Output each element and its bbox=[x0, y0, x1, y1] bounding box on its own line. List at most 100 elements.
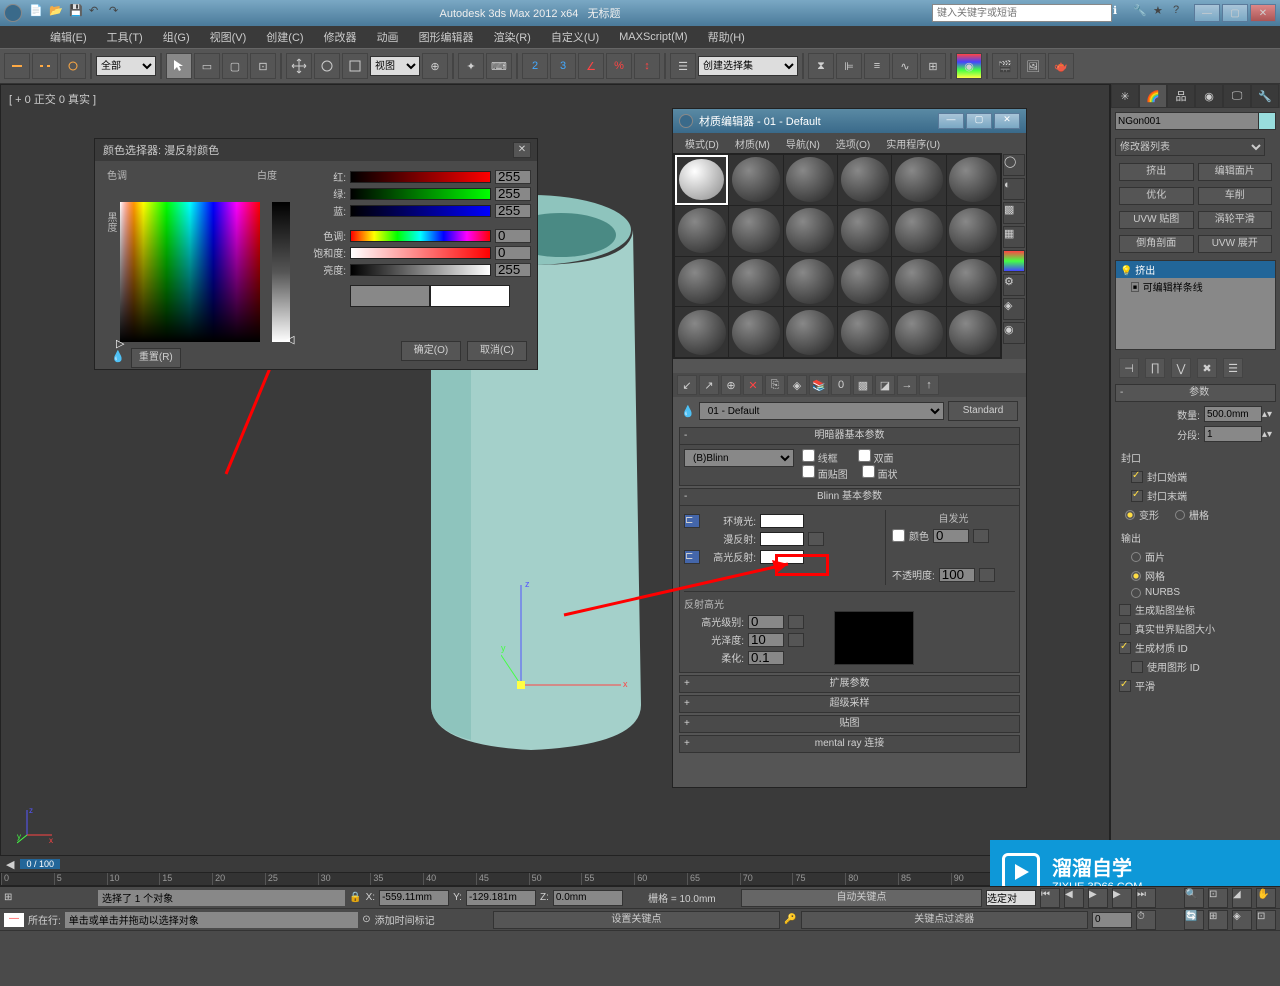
tab-hierarchy[interactable]: 品 bbox=[1167, 84, 1195, 108]
green-value[interactable] bbox=[495, 187, 531, 201]
snap-angle-icon[interactable]: ∠ bbox=[578, 53, 604, 79]
btn-bevelprof[interactable]: 倒角剖面 bbox=[1119, 235, 1194, 253]
eyedropper-icon[interactable]: 💧 bbox=[111, 351, 125, 363]
rollout-mentalray[interactable]: mental ray 连接 bbox=[679, 735, 1020, 753]
config-icon[interactable]: ☰ bbox=[1223, 358, 1243, 378]
named-sel-set[interactable]: 创建选择集 bbox=[698, 56, 798, 76]
tab-create[interactable]: ✳ bbox=[1111, 84, 1139, 108]
mat-slot[interactable] bbox=[947, 307, 1000, 357]
mat-slot[interactable] bbox=[892, 307, 945, 357]
mat-showend-icon[interactable]: ◪ bbox=[875, 375, 895, 395]
btn-editpatch[interactable]: 编辑面片 bbox=[1198, 163, 1273, 181]
radio-grid[interactable] bbox=[1175, 510, 1185, 520]
eyedropper-icon[interactable]: 💧 bbox=[681, 405, 695, 418]
snap-percent-icon[interactable]: % bbox=[606, 53, 632, 79]
select-rect-icon[interactable]: ▢ bbox=[222, 53, 248, 79]
menu-modifiers[interactable]: 修改器 bbox=[314, 29, 367, 45]
chk-smooth[interactable] bbox=[1119, 680, 1131, 692]
selfillum-spinner[interactable] bbox=[933, 529, 969, 543]
sat-value[interactable] bbox=[495, 246, 531, 260]
scale-icon[interactable] bbox=[342, 53, 368, 79]
time-position[interactable]: 0 / 100 bbox=[20, 859, 60, 869]
mat-slot[interactable] bbox=[947, 155, 1000, 205]
mat-slot[interactable] bbox=[784, 307, 837, 357]
chk-2side[interactable] bbox=[858, 449, 871, 462]
hue-slider[interactable] bbox=[350, 230, 491, 242]
chk-selfillum[interactable] bbox=[892, 529, 905, 542]
named-sel-btn[interactable]: ☰ bbox=[670, 53, 696, 79]
vp-nav2-icon[interactable]: ⊡ bbox=[1256, 910, 1276, 930]
pin-stack-icon[interactable]: ⊣ bbox=[1119, 358, 1139, 378]
blue-value[interactable] bbox=[495, 204, 531, 218]
menu-animation[interactable]: 动画 bbox=[367, 29, 409, 45]
link-icon[interactable] bbox=[4, 53, 30, 79]
close-button[interactable]: ✕ bbox=[1250, 4, 1276, 22]
cancel-button[interactable]: 取消(C) bbox=[467, 341, 527, 361]
mat-slot[interactable] bbox=[784, 257, 837, 307]
gloss-spinner[interactable] bbox=[748, 633, 784, 647]
btn-lathe[interactable]: 车削 bbox=[1198, 187, 1273, 205]
chk-facemap[interactable] bbox=[802, 465, 815, 478]
mat-minimize[interactable]: — bbox=[938, 113, 964, 129]
rollout-shader[interactable]: 明暗器基本参数 bbox=[679, 427, 1020, 445]
btn-extrude[interactable]: 挤出 bbox=[1119, 163, 1194, 181]
chk-realworld[interactable] bbox=[1119, 623, 1131, 635]
mat-options-icon[interactable]: ⚙ bbox=[1003, 274, 1025, 296]
radio-nurbs[interactable] bbox=[1131, 588, 1141, 598]
time-ruler[interactable]: 0510152025303540455055606570758085909510… bbox=[0, 872, 1110, 886]
opacity-spinner[interactable] bbox=[939, 568, 975, 582]
hue-value[interactable] bbox=[495, 229, 531, 243]
diffuse-swatch[interactable] bbox=[760, 532, 804, 546]
tab-display[interactable]: 🖵 bbox=[1223, 84, 1251, 108]
snap2d-icon[interactable]: 2 bbox=[522, 53, 548, 79]
prev-frame-icon[interactable]: ◀ bbox=[1064, 888, 1084, 908]
val-value[interactable] bbox=[495, 263, 531, 277]
orbit-icon[interactable]: 🔄 bbox=[1184, 910, 1204, 930]
stack-spline[interactable]: ▣ 可编辑样条线 bbox=[1116, 278, 1275, 295]
mat-menu-options[interactable]: 选项(O) bbox=[828, 136, 878, 151]
menu-tools[interactable]: 工具(T) bbox=[97, 29, 153, 45]
open-icon[interactable]: 📂 bbox=[49, 4, 67, 22]
chk-wire[interactable] bbox=[802, 449, 815, 462]
rotate-icon[interactable] bbox=[314, 53, 340, 79]
mat-menu-material[interactable]: 材质(M) bbox=[727, 136, 778, 151]
whiteness-slider[interactable] bbox=[272, 202, 290, 342]
tool-icon[interactable]: 🔧 bbox=[1133, 4, 1151, 22]
goto-start-icon[interactable]: ⏮ bbox=[1040, 888, 1060, 908]
radio-patch[interactable] bbox=[1131, 552, 1141, 562]
goto-end-icon[interactable]: ⏭ bbox=[1136, 888, 1156, 908]
mat-slot[interactable] bbox=[838, 155, 891, 205]
autokey-button[interactable]: 自动关键点 bbox=[741, 889, 982, 907]
save-icon[interactable]: 💾 bbox=[69, 4, 87, 22]
rollout-extended[interactable]: 扩展参数 bbox=[679, 675, 1020, 693]
maxscript-indicator[interactable]: — bbox=[4, 913, 24, 927]
color-title[interactable]: 颜色选择器: 漫反射颜色 bbox=[95, 139, 537, 161]
mat-showmap-icon[interactable]: ▩ bbox=[853, 375, 873, 395]
app-icon[interactable] bbox=[4, 4, 22, 22]
play-icon[interactable]: ▶ bbox=[1088, 888, 1108, 908]
mat-slot[interactable] bbox=[729, 307, 782, 357]
mat-slot[interactable] bbox=[784, 155, 837, 205]
soften-spinner[interactable] bbox=[748, 651, 784, 665]
mat-slot[interactable] bbox=[838, 206, 891, 256]
star-icon[interactable]: ★ bbox=[1153, 4, 1171, 22]
menu-create[interactable]: 创建(C) bbox=[256, 29, 313, 45]
timeline[interactable]: ◀ 0 / 100 ▶ 0510152025303540455055606570… bbox=[0, 856, 1110, 886]
mat-slot[interactable] bbox=[838, 257, 891, 307]
menu-help[interactable]: 帮助(H) bbox=[698, 29, 755, 45]
reset-button[interactable]: 重置(R) bbox=[131, 348, 181, 368]
btn-optimize[interactable]: 优化 bbox=[1119, 187, 1194, 205]
maximize-button[interactable]: ▢ bbox=[1222, 4, 1248, 22]
speclevel-map[interactable] bbox=[788, 615, 804, 629]
tab-modify[interactable]: 🌈 bbox=[1139, 84, 1167, 108]
mat-close[interactable]: ✕ bbox=[994, 113, 1020, 129]
material-name[interactable]: 01 - Default bbox=[699, 402, 944, 420]
move-icon[interactable] bbox=[286, 53, 312, 79]
btn-turbosmooth[interactable]: 涡轮平滑 bbox=[1198, 211, 1273, 229]
next-frame-icon[interactable]: ▶ bbox=[1112, 888, 1132, 908]
modifier-list[interactable]: 修改器列表 bbox=[1115, 138, 1265, 156]
menu-edit[interactable]: 编辑(E) bbox=[40, 29, 97, 45]
tab-utilities[interactable]: 🔧 bbox=[1251, 84, 1279, 108]
vp-nav-icon[interactable]: ◈ bbox=[1232, 910, 1252, 930]
viewport-label[interactable]: [ + 0 正交 0 真实 ] bbox=[9, 91, 96, 107]
